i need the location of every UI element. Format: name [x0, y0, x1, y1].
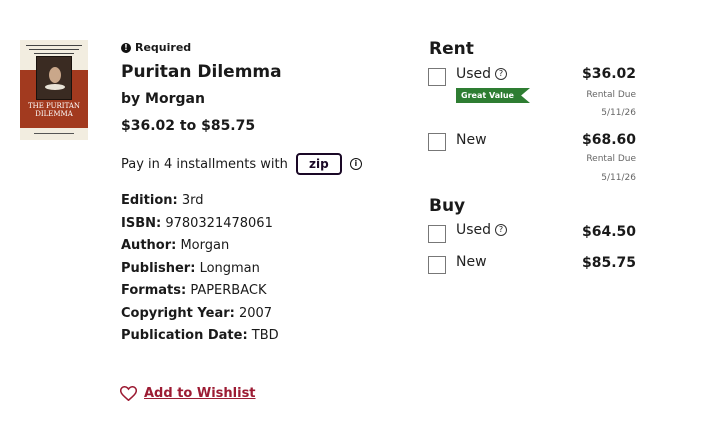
great-value-badge: Great Value [456, 88, 530, 103]
heart-icon [120, 386, 137, 401]
buy-new-price: $85.75 [581, 255, 636, 271]
book-details: Edition: 3rd ISBN: 9780321478061 Author:… [121, 192, 279, 350]
required-label: Required [135, 41, 192, 54]
zip-logo[interactable]: zip [295, 153, 342, 175]
book-author-line: by Morgan [121, 91, 205, 107]
rent-new-due-date: 5/11/26 [601, 173, 636, 183]
rent-used-checkbox[interactable] [428, 68, 446, 86]
book-cover-image: THE PURITAN DILEMMA [20, 40, 88, 140]
detail-publisher: Publisher: Longman [121, 260, 260, 276]
question-icon[interactable]: ? [495, 68, 508, 80]
detail-author: Author: Morgan [121, 238, 230, 253]
installments-row: Pay in 4 installments with zip i [121, 153, 362, 175]
detail-copyright-year: Copyright Year: 2007 [121, 305, 273, 321]
buy-used-option[interactable]: Used ? [456, 222, 508, 238]
rent-new-price: $68.60 [581, 132, 636, 148]
buy-new-option[interactable]: New [456, 254, 487, 270]
buy-used-label: Used [456, 222, 492, 238]
required-tag: ! Required [121, 41, 191, 54]
rent-used-due-date: 5/11/26 [601, 108, 636, 118]
buy-used-checkbox[interactable] [428, 225, 446, 243]
rent-new-option[interactable]: New [456, 132, 487, 148]
cover-title: THE PURITAN DILEMMA [27, 102, 81, 118]
rent-heading: Rent [429, 39, 474, 59]
price-range: $36.02 to $85.75 [121, 118, 256, 134]
buy-heading: Buy [429, 196, 466, 216]
rent-new-checkbox[interactable] [428, 133, 446, 151]
detail-edition: Edition: 3rd [121, 193, 204, 208]
rent-new-label: New [456, 132, 487, 148]
detail-isbn: ISBN: 9780321478061 [121, 215, 273, 231]
question-icon[interactable]: ? [495, 224, 508, 236]
installments-text: Pay in 4 installments with [121, 156, 288, 172]
cover-portrait [36, 56, 72, 100]
zip-logo-text: zip [309, 157, 329, 171]
detail-formats: Formats: PAPERBACK [121, 283, 267, 298]
rent-used-label: Used [456, 66, 492, 82]
cover-footer [20, 128, 88, 140]
rent-used-price: $36.02 [581, 66, 636, 82]
detail-publication-date: Publication Date: TBD [121, 328, 279, 343]
rent-new-due-label: Rental Due [586, 154, 636, 164]
add-to-wishlist-link[interactable]: Add to Wishlist [120, 386, 256, 401]
exclamation-icon: ! [121, 42, 131, 53]
buy-new-checkbox[interactable] [428, 256, 446, 274]
rent-used-option[interactable]: Used ? [456, 66, 508, 82]
buy-new-label: New [456, 254, 487, 270]
rent-used-due-label: Rental Due [586, 90, 636, 100]
buy-used-price: $64.50 [581, 224, 636, 240]
info-icon[interactable]: i [349, 158, 362, 170]
wishlist-label: Add to Wishlist [144, 386, 256, 401]
book-title: Puritan Dilemma [121, 62, 282, 82]
